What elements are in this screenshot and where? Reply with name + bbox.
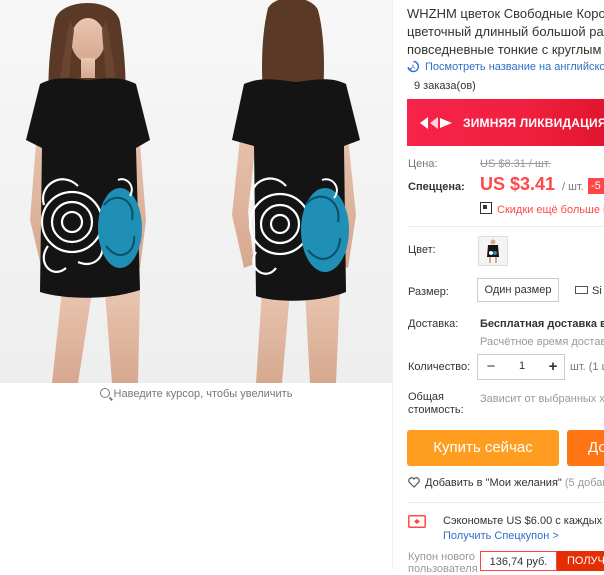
- size-chart-link[interactable]: Si: [575, 285, 602, 297]
- column-divider: [392, 0, 393, 569]
- heart-icon: [408, 477, 420, 488]
- translate-title-link[interactable]: A Посмотреть название на английско: [407, 60, 604, 73]
- ruler-icon: [575, 286, 588, 294]
- product-title-line: WHZHM цветок Свободные Коро: [407, 6, 604, 21]
- divider: [407, 502, 604, 503]
- new-user-label-line: Купон нового: [408, 551, 476, 563]
- special-price: US $3.41: [480, 174, 556, 194]
- quantity-input[interactable]: 1: [504, 360, 540, 372]
- more-discounts-text: Скидки ещё больше в: [497, 204, 604, 216]
- product-title-line: повседневные тонкие с круглым: [407, 42, 602, 57]
- more-discounts-link[interactable]: Скидки ещё больше в: [480, 202, 604, 216]
- sale-logo-icon: [420, 117, 452, 129]
- qr-icon: [480, 202, 492, 214]
- price-unit: / шт.: [562, 181, 584, 193]
- size-chart-text: Si: [592, 285, 602, 297]
- wishlist-count: (5 добав: [564, 477, 604, 489]
- shipping-label: Доставка:: [408, 318, 459, 330]
- product-image-gallery[interactable]: [0, 0, 392, 383]
- new-user-label-line: пользователя: [408, 563, 478, 575]
- translate-icon: A: [407, 60, 419, 73]
- buy-now-button[interactable]: Купить сейчас: [407, 430, 559, 466]
- svg-text:A: A: [411, 65, 415, 71]
- product-title: WHZHM цветок Свободные Коро цветочный дл…: [407, 5, 604, 59]
- total-label-line: Общая: [408, 391, 444, 403]
- total-price-label: Общая стоимость:: [408, 391, 464, 417]
- get-new-user-coupon-button[interactable]: ПОЛУЧ: [557, 551, 604, 571]
- quantity-label: Количество:: [408, 361, 471, 373]
- new-user-coupon-label: Купон нового пользователя: [408, 551, 478, 575]
- color-swatch[interactable]: [478, 236, 508, 266]
- quantity-increase-button[interactable]: +: [542, 356, 564, 378]
- divider: [407, 226, 604, 227]
- wishlist-text: Добавить в "Мои желания": [425, 477, 562, 489]
- get-coupon-link[interactable]: Получить Спецкупон >: [443, 530, 559, 542]
- product-photo: [0, 0, 392, 383]
- price-label: Цена:: [408, 158, 438, 170]
- banner-text: ЗИМНЯЯ ЛИКВИДАЦИЯ: [463, 116, 604, 130]
- color-label: Цвет:: [408, 244, 436, 256]
- zoom-hint: Наведите курсор, чтобы увеличить: [0, 387, 392, 400]
- discount-badge: -5: [588, 178, 604, 194]
- total-label-line: стоимость:: [408, 404, 464, 416]
- total-price-value: Зависит от выбранных хар: [480, 393, 604, 405]
- coupon-icon: [408, 515, 426, 528]
- dress-thumbnail: [479, 237, 507, 265]
- add-to-cart-button[interactable]: До: [567, 430, 604, 466]
- translate-link-text: Посмотреть название на английско: [425, 61, 604, 73]
- special-price-label: Спеццена:: [408, 181, 465, 193]
- coupon-offer-text: Сэкономьте US $6.00 с каждых US: [443, 515, 604, 527]
- add-to-wishlist-link[interactable]: Добавить в "Мои желания" (5 добав: [408, 477, 604, 489]
- orders-count: 9 заказа(ов): [414, 80, 476, 92]
- original-price: US $8.31 / шт.: [480, 158, 551, 170]
- magnifier-icon: [99, 388, 110, 398]
- zoom-hint-text: Наведите курсор, чтобы увеличить: [113, 388, 293, 400]
- size-label: Размер:: [408, 286, 449, 298]
- quantity-unit: шт. (1 шт.: [570, 361, 604, 373]
- shipping-method[interactable]: Бесплатная доставка в R: [480, 318, 604, 330]
- shipping-time: Расчётное время доставк: [480, 336, 604, 348]
- size-option-one-size[interactable]: Один размер: [477, 278, 559, 302]
- quantity-decrease-button[interactable]: −: [480, 356, 502, 378]
- new-user-coupon-amount: 136,74 руб.: [480, 551, 557, 571]
- product-title-line: цветочный длинный большой ра: [407, 24, 604, 39]
